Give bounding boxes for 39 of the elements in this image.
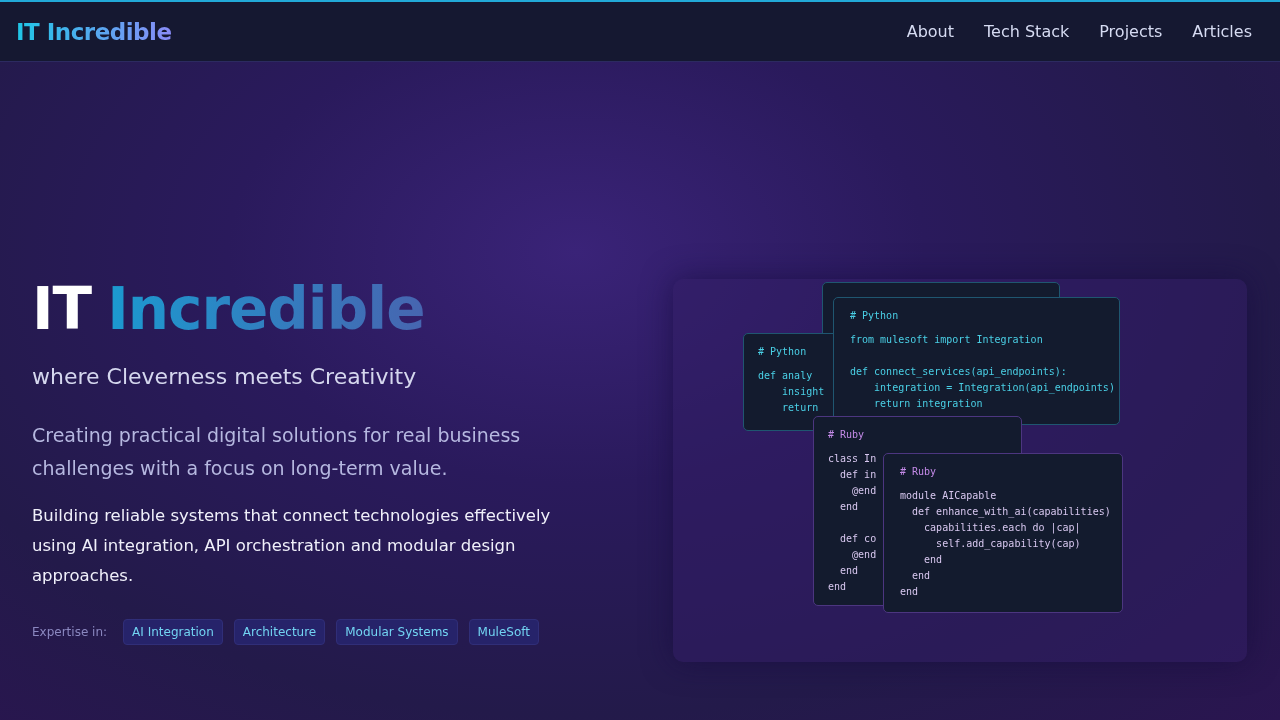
expertise-label: Expertise in:	[32, 625, 108, 639]
nav-link[interactable]: Articles	[1192, 22, 1252, 41]
code-line: class In	[828, 452, 877, 466]
code-line: def connect_services(api_endpoints):	[850, 365, 1067, 380]
code-line: self.add_capability(cap)	[935, 537, 1081, 552]
code-line: @end	[851, 484, 877, 498]
code-line: @end	[851, 548, 877, 562]
nav-link[interactable]: Tech Stack	[984, 22, 1070, 41]
code-line: def co	[839, 532, 877, 546]
code-line: end	[923, 553, 943, 567]
nav-link[interactable]: Projects	[1099, 22, 1163, 41]
code-comment: # Ruby	[828, 428, 866, 442]
expertise-tag: MuleSoft	[468, 619, 539, 645]
expertise-tag: AI Integration	[123, 619, 223, 645]
hero-body-text: Building reliable systems that connect technologies effectively using AI integration, API orchestration and modular design approaches.	[32, 505, 552, 587]
code-line: insight	[781, 385, 825, 399]
code-line: end	[900, 585, 919, 599]
code-line: integration = Integration(api_endpoints)	[873, 381, 1115, 396]
code-line: def in	[839, 468, 877, 482]
code-line: module AICapable	[900, 489, 997, 503]
code-comment: # Python	[758, 345, 808, 359]
expertise-tag: Architecture	[233, 619, 326, 645]
expertise-tag: Modular Systems	[336, 619, 458, 645]
code-line: from mulesoft import Integration	[850, 333, 1043, 347]
code-line: end	[911, 569, 931, 583]
code-line: def analy	[758, 369, 813, 383]
code-line: return integration	[873, 397, 983, 411]
code-line: end	[839, 500, 859, 514]
code-line: capabilities.each do |cap|	[923, 521, 1081, 536]
code-line: return	[781, 401, 819, 415]
hero-description: Creating practical digital solutions for real business challenges with a focus on long-term value.	[32, 423, 522, 481]
code-line: end	[828, 580, 847, 594]
code-line: end	[839, 564, 859, 578]
nav-link[interactable]: About	[906, 22, 955, 41]
code-comment: # Python	[850, 309, 900, 323]
code-comment: # Ruby	[900, 465, 938, 479]
hero-subtitle: where Cleverness meets Creativity	[32, 364, 418, 389]
hero-title: IT	[32, 275, 92, 343]
code-line: def enhance_with_ai(capabilities)	[911, 505, 1111, 520]
